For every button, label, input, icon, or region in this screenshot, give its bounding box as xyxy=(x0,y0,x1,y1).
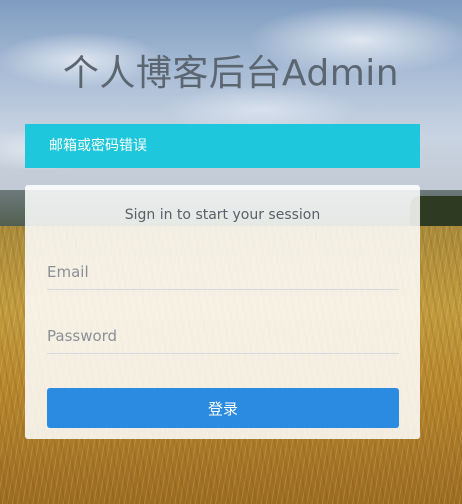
error-alert: 邮箱或密码错误 xyxy=(25,124,420,168)
password-field[interactable] xyxy=(47,319,399,353)
password-field-group xyxy=(47,319,399,354)
page-title: 个人博客后台Admin xyxy=(62,53,400,94)
email-field-group xyxy=(47,255,399,290)
login-button[interactable]: 登录 xyxy=(47,388,399,428)
sky xyxy=(0,0,462,210)
login-box-message: Sign in to start your session xyxy=(124,207,321,223)
login-box: Sign in to start your session 登录 xyxy=(25,185,420,439)
email-field[interactable] xyxy=(47,255,399,289)
